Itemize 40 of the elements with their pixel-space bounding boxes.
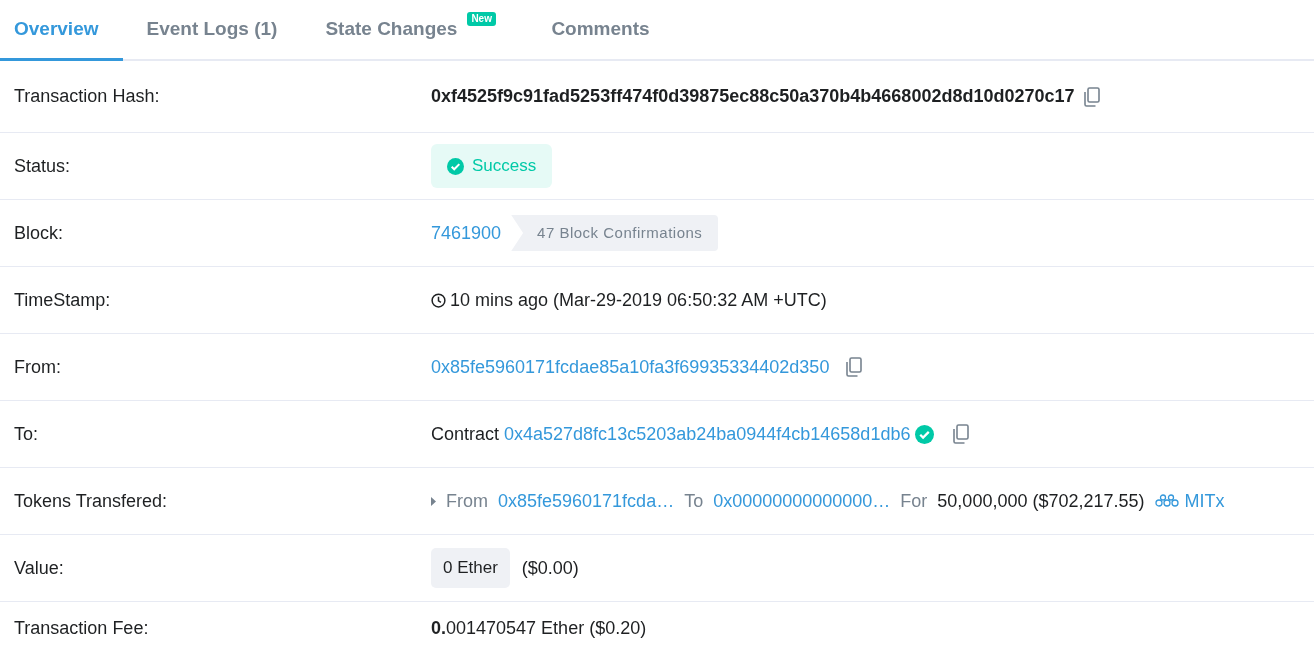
token-link[interactable]: MITx [1184, 487, 1225, 515]
from-label: From [446, 489, 488, 513]
copy-icon[interactable] [952, 424, 971, 444]
transaction-hash: 0xf4525f9c91fad5253ff474f0d39875ec88c50a370b4b4668002d8d10d0270c17 [431, 85, 1075, 108]
to-label: To [684, 489, 704, 513]
timestamp-text: 10 mins ago (Mar-29-2019 06:50:32 AM +UTC) [450, 288, 827, 312]
field-label: Value: [13, 556, 65, 580]
address-link[interactable]: 0x00000000000000… [713, 487, 891, 515]
address-link[interactable]: 0x85fe5960171fcdae85a10fa3f69935334402d350 [431, 353, 830, 381]
clock-icon [431, 292, 446, 308]
address-link[interactable]: 0x4a527d8fc13c5203ab24ba0944f4cb14658d1db6 [504, 420, 911, 448]
status-badge: Success [431, 144, 553, 188]
fee-value: 0.001470547 Ether ($0.20) [431, 617, 647, 640]
tab[interactable]: Overview [0, 0, 123, 61]
token-amount: 50,000,000 ($702,217.55) [937, 489, 1145, 513]
field-label: From: [13, 355, 62, 379]
caret-icon[interactable] [431, 496, 436, 506]
for-label: For [900, 489, 928, 513]
check-circle-icon [447, 157, 464, 175]
contract-label: Contract [431, 422, 500, 446]
new-badge: New [467, 11, 496, 26]
address-link[interactable]: 0x85fe5960171fcda… [498, 487, 675, 515]
tab[interactable]: Event Logs (1) [122, 0, 302, 61]
field-label: Status: [13, 154, 72, 178]
field-label: Tokens Transfered: [13, 489, 169, 513]
usd-value: ($0.00) [521, 556, 579, 580]
field-label: Block: [13, 221, 65, 245]
tab[interactable]: State Changes New [301, 0, 528, 61]
field-label: Transaction Hash: [13, 85, 161, 108]
block-link[interactable]: 7461900 [431, 219, 502, 247]
token-icon [1154, 494, 1179, 508]
copy-icon[interactable] [845, 357, 864, 377]
tab[interactable]: Comments [527, 0, 674, 61]
confirmations-badge: 47 Block Confirmations [511, 214, 719, 252]
ether-value: 0 Ether [431, 548, 510, 588]
field-label: To: [13, 422, 39, 446]
field-label: TimeStamp: [13, 288, 112, 312]
field-label: Transaction Fee: [13, 617, 150, 640]
copy-icon[interactable] [1082, 86, 1101, 107]
check-circle-icon [915, 424, 935, 444]
